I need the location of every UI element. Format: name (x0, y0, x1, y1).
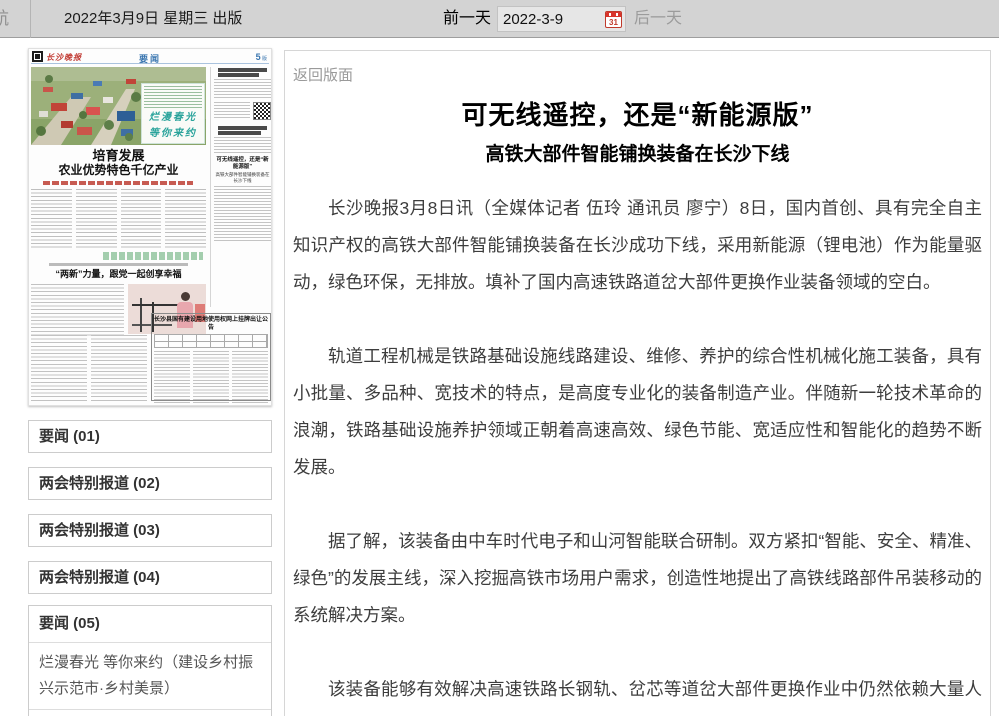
sidebar-article-link[interactable]: 烂漫春光 等你来约（建设乡村振兴示范市·乡村美景） (29, 642, 271, 709)
prev-day-button[interactable]: 前一天 (443, 0, 491, 38)
text-lines (214, 79, 271, 99)
bottom-text-columns (31, 335, 147, 401)
back-to-page-link[interactable]: 返回版面 (293, 64, 353, 85)
topbar-divider (30, 0, 31, 38)
red-subheadline-line (43, 181, 193, 185)
thumb-main-headline-1: 培育发展 (31, 148, 206, 163)
sidebar: 长沙晚报 要闻 5 版 (28, 48, 272, 716)
headline-bar (218, 68, 267, 72)
article-body: 长沙晚报3月8日讯（全媒体记者 伍玲 通讯员 廖宁）8日，国内首创、具有完全自主… (293, 190, 982, 716)
thumb-main-headline-2: 农业优势特色千亿产业 (31, 163, 206, 177)
sidebar-item-yaowen-05[interactable]: 要闻 (05) (29, 606, 271, 642)
text-lines (214, 186, 271, 242)
thumb-right-column: 可无线遥控，还是“新能源版” 高铁大部件智能铺换装备在长沙下线 (210, 67, 271, 307)
thumb-mid-headline: “两新”力量，跟党一起创享幸福 (31, 269, 206, 280)
text-lines (214, 137, 271, 153)
sidebar-item-lianghui-04[interactable]: 两会特别报道 (04) (28, 561, 272, 594)
body-text-columns (31, 189, 206, 249)
sidebar-item-yaowen-01[interactable]: 要闻 (01) (28, 420, 272, 453)
notice-table (154, 334, 268, 348)
date-input[interactable]: 2022-3-9 (498, 11, 605, 28)
thumb-page-number: 5 (256, 52, 261, 62)
sidebar-section-yaowen-05: 要闻 (05) 烂漫春光 等你来约（建设乡村振兴示范市·乡村美景） 培育发展农业… (28, 605, 272, 716)
headline-bar (218, 73, 259, 77)
article-paragraph: 该装备能够有效解决高速铁路长钢轨、岔芯等道岔大部件更换作业中仍然依赖大量人工和小… (293, 671, 982, 716)
thumb-article-subheadline: 高铁大部件智能铺换装备在长沙下线 (214, 172, 271, 184)
masthead-logo (32, 51, 43, 62)
sidebar-item-lianghui-02[interactable]: 两会特别报道 (02) (28, 467, 272, 500)
calendar-icon[interactable]: 31 (605, 11, 622, 28)
nav-partial-text[interactable]: 航 (0, 0, 14, 38)
thumb-notice-box: 长沙县国有建设用地使用权网上挂牌出让公告 (151, 313, 271, 401)
text-lines (31, 284, 124, 336)
caption-text-lines (144, 86, 202, 108)
thumb-page-info: 5 版 (256, 52, 267, 62)
qr-code (253, 102, 271, 120)
headline-bar (218, 131, 261, 135)
green-banner (103, 252, 203, 260)
article-paragraph: 据了解，该装备由中车时代电子和山河智能联合研制。双方紧扣“智能、安全、精准、绿色… (293, 523, 982, 634)
top-bar: 航 2022年3月9日 星期三 出版 前一天 2022-3-9 31 后一天 (0, 0, 999, 38)
newspaper-page-thumbnail[interactable]: 长沙晚报 要闻 5 版 (28, 48, 272, 406)
article-paragraph: 轨道工程机械是铁路基础设施线路建设、维修、养护的综合性机械化施工装备，具有小批量… (293, 338, 982, 486)
publish-date-label: 2022年3月9日 星期三 出版 (64, 0, 242, 38)
thumb-section-name: 要闻 (139, 52, 161, 65)
photo-caption-title-2: 等你来约 (144, 127, 202, 140)
next-day-button-disabled: 后一天 (634, 0, 682, 38)
thumb-masthead-row: 长沙晚报 要闻 5 版 (31, 51, 269, 64)
text-lines (214, 102, 250, 120)
sidebar-article-link[interactable]: 培育发展农业优势特色千亿产业 (29, 709, 271, 716)
thumb-page-label: 版 (262, 56, 267, 62)
article-subtitle: 高铁大部件智能铺换装备在长沙下线 (293, 139, 982, 166)
calendar-icon-day: 31 (606, 17, 621, 28)
notice-headline: 长沙县国有建设用地使用权网上挂牌出让公告 (154, 316, 268, 332)
article-paragraph: 长沙晚报3月8日讯（全媒体记者 伍玲 通讯员 廖宁）8日，国内首创、具有完全自主… (293, 190, 982, 301)
date-picker[interactable]: 2022-3-9 31 (497, 6, 626, 32)
sidebar-item-lianghui-03[interactable]: 两会特别报道 (03) (28, 514, 272, 547)
photo-caption-title-1: 烂漫春光 (144, 111, 202, 124)
kicker-bar (49, 263, 188, 266)
aerial-village-photo: 烂漫春光 等你来约 (31, 67, 206, 145)
thumb-article-headline: 可无线遥控，还是“新能源版” (214, 157, 271, 171)
article-panel: 返回版面 可无线遥控，还是“新能源版” 高铁大部件智能铺换装备在长沙下线 长沙晚… (284, 50, 991, 716)
photo-caption-box: 烂漫春光 等你来约 (141, 83, 205, 144)
headline-bar (218, 126, 267, 130)
article-title: 可无线遥控，还是“新能源版” (293, 95, 982, 132)
masthead-title: 长沙晚报 (46, 52, 82, 63)
notice-text-columns (154, 351, 268, 405)
